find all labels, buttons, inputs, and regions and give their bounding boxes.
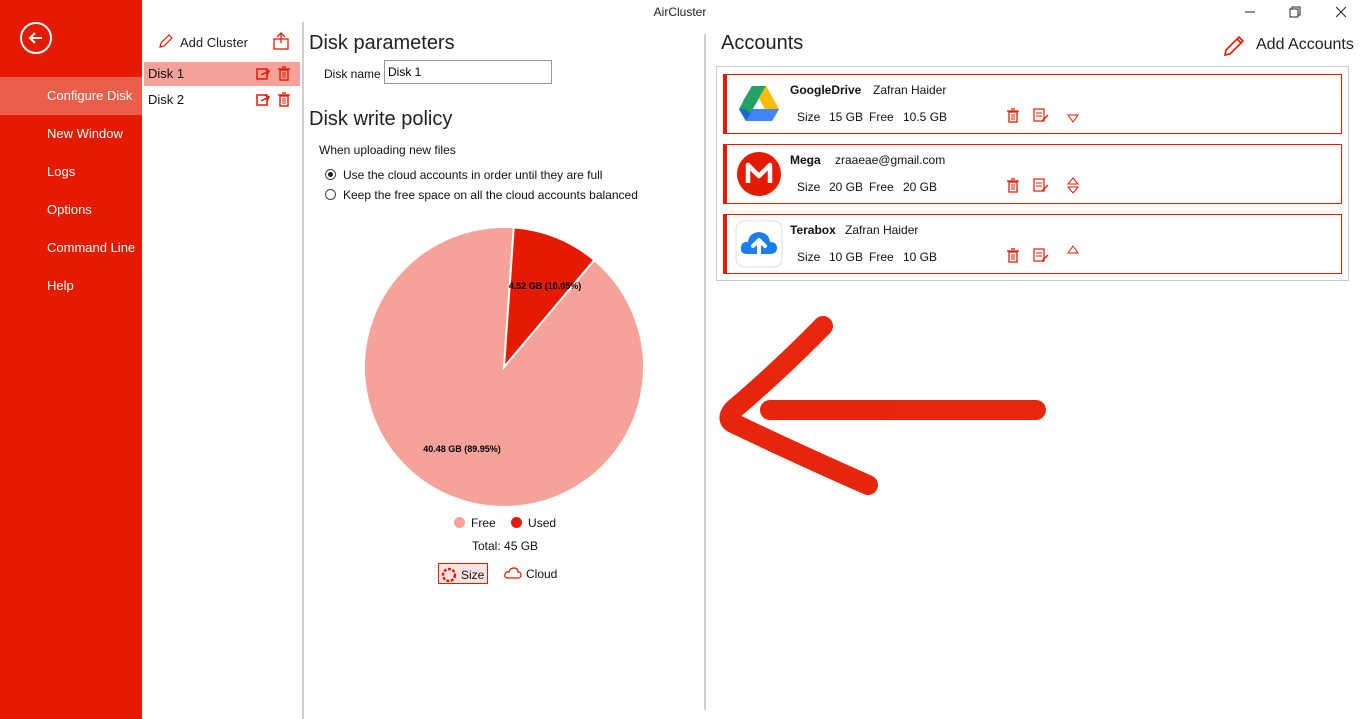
trash-icon[interactable] (1007, 248, 1019, 263)
account-card-googledrive[interactable]: GoogleDrive Zafran Haider Size 15 GB Fre… (723, 74, 1342, 134)
restore-icon (1289, 6, 1301, 18)
size-view-label: Size (461, 568, 485, 582)
size-label: Size (797, 180, 821, 194)
trash-icon[interactable] (1007, 108, 1019, 123)
account-card-terabox[interactable]: Terabox Zafran Haider Size 10 GB Free 10… (723, 214, 1342, 274)
disk-panel: Disk parameters Disk name Disk write pol… (304, 0, 704, 719)
free-value: 10 GB (903, 250, 938, 264)
sidebar-item-new-window[interactable]: New Window (0, 115, 142, 153)
pencil-icon (159, 34, 173, 48)
edit-list-icon[interactable] (1033, 178, 1049, 193)
provider-name: GoogleDrive (790, 83, 862, 97)
disk-row-disk-1[interactable]: Disk 1 (144, 62, 300, 86)
account-user: Zafran Haider (873, 83, 947, 97)
terabox-logo-icon (735, 220, 783, 268)
account-user: zraaeae@gmail.com (835, 153, 946, 167)
sidebar-item-help[interactable]: Help (0, 267, 142, 305)
account-user: Zafran Haider (845, 223, 919, 237)
google-drive-logo-icon (739, 86, 779, 121)
provider-name: Mega (790, 153, 821, 167)
restore-button[interactable] (1287, 4, 1303, 20)
cluster-list-panel: Add Cluster Disk 1 Disk 2 (142, 0, 304, 719)
disk-usage-pie-chart: 4.52 GB (10.05%) 40.48 GB (89.95%) (363, 226, 645, 508)
sidebar-item-configure-disk[interactable]: Configure Disk (0, 77, 142, 115)
move-up-down-icon[interactable] (1067, 177, 1079, 195)
trash-icon[interactable] (1007, 178, 1019, 193)
size-label: Size (797, 250, 821, 264)
pencil-icon (1223, 35, 1245, 57)
minimize-icon (1245, 11, 1255, 13)
move-down-icon[interactable] (1067, 113, 1079, 123)
disk-name: Disk 2 (148, 92, 185, 107)
legend-used: Used (528, 516, 557, 530)
mega-logo-icon (737, 152, 781, 196)
pie-label-free: 40.48 GB (89.95%) (423, 444, 501, 454)
legend-dot-free (454, 517, 465, 528)
cloud-view-button[interactable]: Cloud (504, 563, 564, 584)
legend-dot-used (511, 517, 523, 528)
size-view-button[interactable]: Size (438, 563, 488, 584)
sidebar-item-options[interactable]: Options (0, 191, 142, 229)
cloud-icon (504, 567, 522, 579)
sidebar-item-command-line[interactable]: Command Line (0, 229, 142, 267)
close-icon (1335, 6, 1347, 18)
add-cluster-label: Add Cluster (180, 35, 248, 50)
size-value: 10 GB (829, 250, 864, 264)
panel-divider (704, 34, 706, 710)
close-button[interactable] (1333, 4, 1349, 20)
open-disk-icon[interactable] (256, 67, 270, 80)
total-size-label: Total: 45 GB (472, 539, 539, 553)
free-label: Free (869, 110, 894, 124)
minimize-button[interactable] (1242, 4, 1258, 20)
add-accounts-label: Add Accounts (1256, 36, 1354, 53)
legend-free: Free (471, 516, 496, 530)
free-label: Free (869, 180, 894, 194)
move-up-icon[interactable] (1067, 245, 1079, 255)
free-label: Free (869, 250, 894, 264)
size-value: 20 GB (829, 180, 864, 194)
disk-row-disk-2[interactable]: Disk 2 (144, 88, 300, 112)
edit-list-icon[interactable] (1033, 108, 1049, 123)
cloud-view-label: Cloud (526, 567, 558, 581)
share-icon (273, 32, 289, 50)
account-card-mega[interactable]: Mega zraaeae@gmail.com Size 20 GB Free 2… (723, 144, 1342, 204)
chart-legend: Free Used (454, 516, 556, 530)
trash-icon[interactable] (278, 92, 290, 107)
edit-list-icon[interactable] (1033, 248, 1049, 263)
sidebar-item-logs[interactable]: Logs (0, 153, 142, 191)
size-value: 15 GB (829, 110, 864, 124)
sidebar: Configure Disk New Window Logs Options C… (0, 0, 142, 719)
size-label: Size (797, 110, 821, 124)
accounts-title: Accounts (721, 32, 804, 54)
free-value: 10.5 GB (903, 110, 948, 124)
pie-label-used: 4.52 GB (10.05%) (509, 281, 582, 291)
back-arrow-icon (28, 32, 42, 44)
open-disk-icon[interactable] (256, 93, 270, 106)
accounts-list: GoogleDrive Zafran Haider Size 15 GB Fre… (716, 66, 1349, 281)
provider-name: Terabox (790, 223, 836, 237)
export-button[interactable] (272, 32, 290, 55)
trash-icon[interactable] (278, 66, 290, 81)
disk-name: Disk 1 (148, 66, 185, 81)
back-button[interactable] (20, 22, 52, 54)
donut-chart-icon (441, 567, 457, 583)
free-value: 20 GB (903, 180, 938, 194)
